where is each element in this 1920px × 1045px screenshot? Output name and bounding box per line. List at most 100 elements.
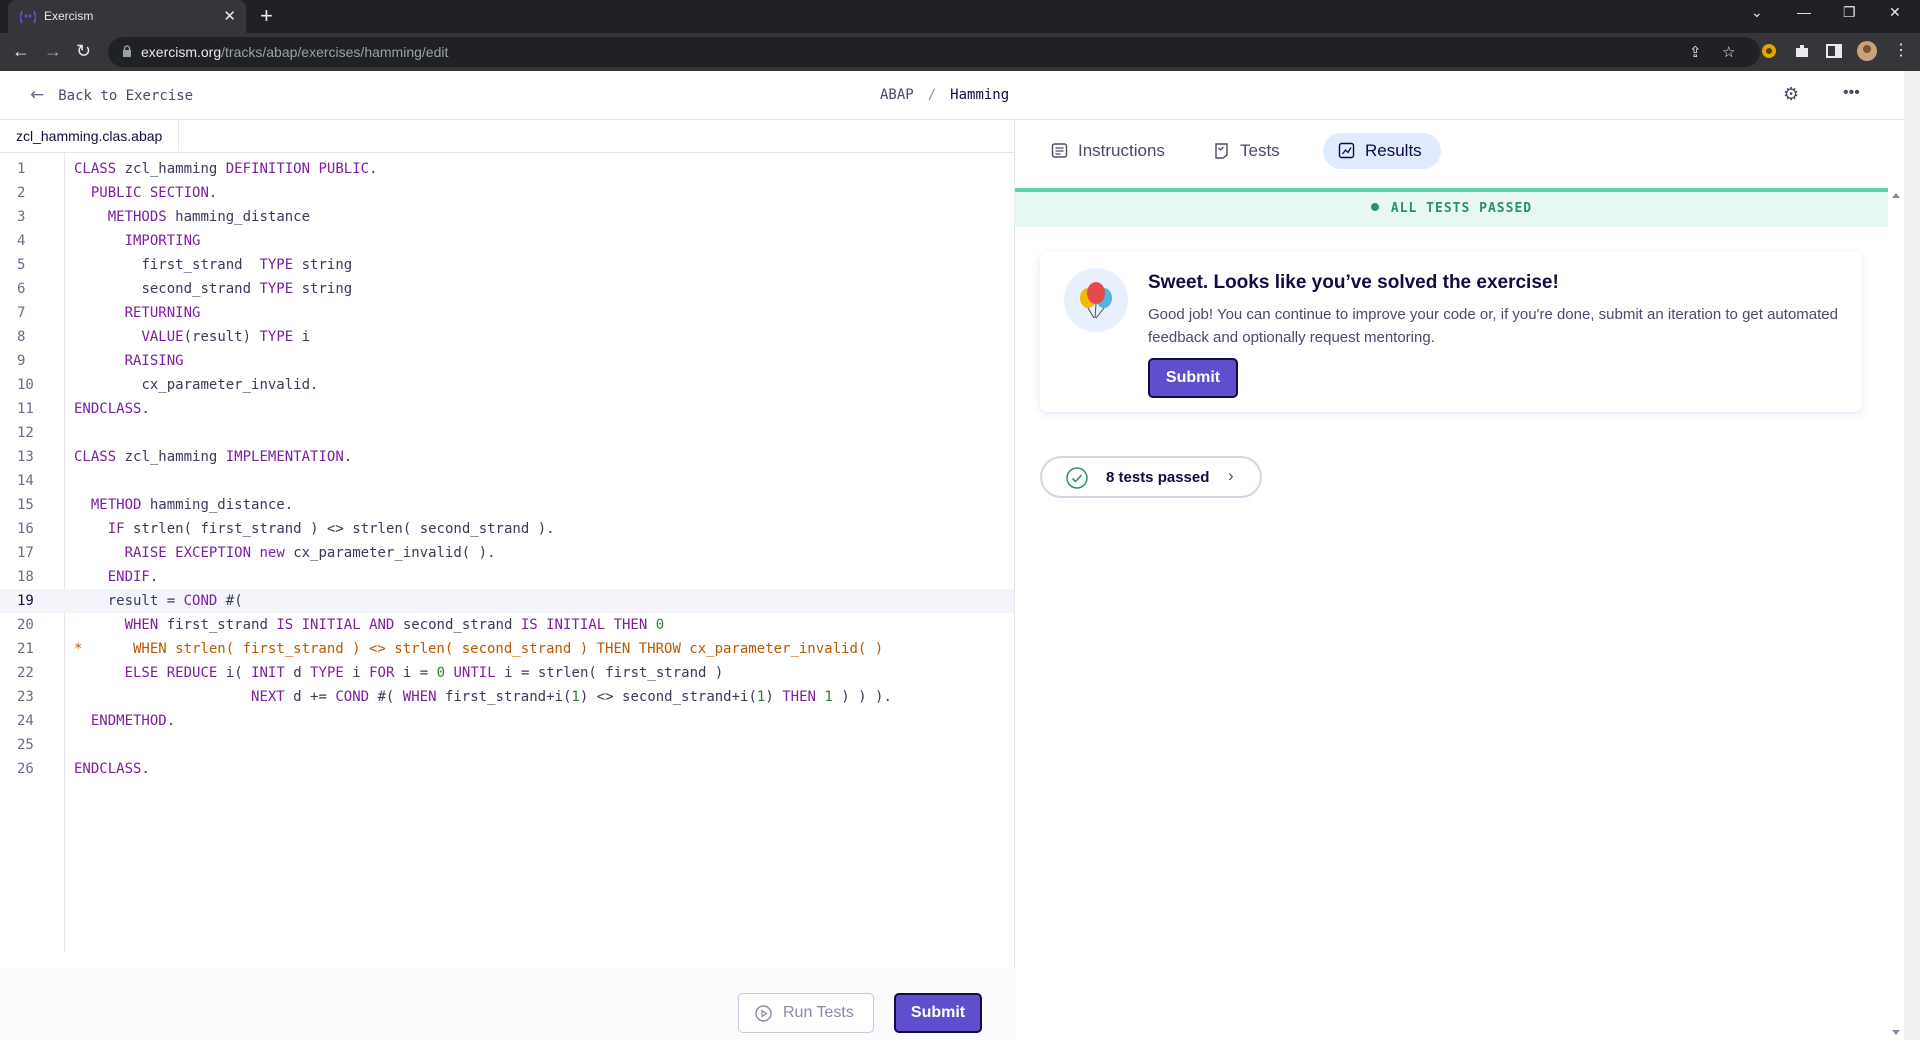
submit-button[interactable]: Submit [894, 993, 982, 1033]
extensions-puzzle-icon[interactable] [1793, 42, 1811, 60]
line-number: 3 [17, 209, 26, 225]
browser-tab[interactable]: Exercism ✕ [8, 0, 246, 33]
file-tab[interactable]: zcl_hamming.clas.abap [0, 120, 180, 152]
code-line[interactable]: 26 ENDCLASS. [0, 757, 1014, 781]
success-message: Good job! You can continue to improve yo… [1148, 306, 1838, 346]
tab-tests[interactable]: Tests [1198, 133, 1294, 169]
browser-menu-icon[interactable]: ⋮ [1893, 41, 1909, 61]
line-number: 4 [17, 233, 26, 249]
code-line[interactable]: 9 RAISING [0, 349, 1014, 373]
tab-instructions[interactable]: Instructions [1036, 133, 1188, 169]
code-line[interactable]: 22 ELSE REDUCE i( INIT d TYPE i FOR i = … [0, 661, 1014, 685]
share-icon[interactable]: ⇪ [1689, 43, 1702, 61]
address-bar[interactable]: exercism.org/tracks/abap/exercises/hammi… [108, 37, 1760, 67]
exercism-editor-page: ← Back to Exercise ABAP / Hamming ⚙ ••• zcl… [0, 71, 1920, 1040]
code-line[interactable]: 7 RETURNING [0, 301, 1014, 325]
forward-icon[interactable]: → [44, 41, 62, 61]
code-text: METHOD hamming_distance. [90, 497, 294, 513]
code-line[interactable]: 5 first_strand TYPE string [0, 253, 1014, 277]
tab-instructions-label: Instructions [1078, 141, 1165, 160]
reload-icon[interactable]: ↻ [76, 41, 91, 61]
code-text: ELSE REDUCE i( INIT d TYPE i FOR i = 0 U… [124, 665, 724, 681]
page-scrollbar[interactable] [1904, 71, 1920, 1040]
line-number: 8 [17, 329, 26, 345]
code-text: ENDCLASS. [74, 761, 150, 777]
code-text: cx_parameter_invalid. [141, 377, 319, 393]
code-line[interactable]: 18 ENDIF. [0, 565, 1014, 589]
tests-passed-label: 8 tests passed [1106, 469, 1210, 486]
profile-avatar[interactable] [1857, 41, 1877, 61]
code-line[interactable]: 25 [0, 733, 1014, 757]
url-text: exercism.org/tracks/abap/exercises/hammi… [141, 44, 448, 60]
new-tab-button[interactable]: + [260, 4, 273, 28]
settings-gear-icon[interactable]: ⚙ [1783, 84, 1799, 105]
code-text: WHEN first_strand IS INITIAL AND second_… [124, 617, 665, 633]
code-line[interactable]: 16 IF strlen( first_strand ) <> strlen( … [0, 517, 1014, 541]
card-submit-button[interactable]: Submit [1148, 358, 1238, 398]
browser-toolbar: ← → ↻ exercism.org/tracks/abap/exercises… [0, 33, 1920, 71]
breadcrumb-exercise: Hamming [950, 87, 1010, 103]
tab-search-icon[interactable]: ⌄ [1751, 4, 1763, 21]
back-label: Back to Exercise [58, 88, 194, 104]
minimize-icon[interactable]: — [1797, 4, 1811, 20]
side-panel-icon[interactable] [1825, 42, 1843, 60]
code-pane: zcl_hamming.clas.abap 1 CLASS zcl_hamming… [0, 120, 1015, 1040]
status-label: ALL TESTS PASSED [1390, 201, 1533, 216]
code-line[interactable]: 24 ENDMETHOD. [0, 709, 1014, 733]
balloons-icon [1064, 268, 1128, 332]
window-close-icon[interactable]: ✕ [1889, 4, 1901, 21]
run-tests-label: Run Tests [783, 1004, 854, 1021]
line-number: 15 [17, 497, 34, 513]
more-options-icon[interactable]: ••• [1843, 84, 1860, 102]
code-line[interactable]: 8 VALUE(result) TYPE i [0, 325, 1014, 349]
code-line[interactable]: 3 METHODS hamming_distance [0, 205, 1014, 229]
browser-tab-title: Exercism [44, 9, 94, 23]
code-line[interactable]: 17 RAISE EXCEPTION new cx_parameter_inva… [0, 541, 1014, 565]
extension-icon[interactable] [1760, 42, 1778, 60]
run-tests-button[interactable]: Run Tests [738, 993, 874, 1033]
arrow-left-icon: ← [30, 85, 45, 105]
code-line[interactable]: 13 CLASS zcl_hamming IMPLEMENTATION. [0, 445, 1014, 469]
tests-icon [1215, 143, 1228, 159]
close-tab-icon[interactable]: ✕ [223, 7, 236, 25]
code-text: PUBLIC SECTION. [90, 185, 218, 201]
back-to-exercise-link[interactable]: ← Back to Exercise [30, 85, 193, 105]
code-line[interactable]: 20 WHEN first_strand IS INITIAL AND seco… [0, 613, 1014, 637]
bookmark-star-icon[interactable]: ☆ [1722, 43, 1735, 61]
code-line[interactable]: 12 [0, 421, 1014, 445]
line-number: 20 [17, 617, 34, 633]
restore-icon[interactable]: ❐ [1843, 4, 1856, 21]
line-number: 10 [17, 377, 34, 393]
line-number: 23 [17, 689, 34, 705]
code-line[interactable]: 6 second_strand TYPE string [0, 277, 1014, 301]
code-line[interactable]: 21 * WHEN strlen( first_strand ) <> strle… [0, 637, 1014, 661]
line-number: 21 [17, 641, 34, 657]
line-number: 12 [17, 425, 34, 441]
tests-passed-toggle[interactable]: 8 tests passed › [1040, 456, 1262, 498]
results-pane: Instructions Tests Results ALL TESTS PAS… [1015, 120, 1904, 1040]
code-line[interactable]: 11 ENDCLASS. [0, 397, 1014, 421]
tab-results[interactable]: Results [1323, 133, 1441, 169]
code-line[interactable]: 2 PUBLIC SECTION. [0, 181, 1014, 205]
code-line[interactable]: 10 cx_parameter_invalid. [0, 373, 1014, 397]
code-text: NEXT d += COND #( WHEN first_strand+i(1)… [251, 689, 892, 705]
line-number: 11 [17, 401, 34, 417]
code-text: ENDMETHOD. [90, 713, 176, 729]
code-line[interactable]: 4 IMPORTING [0, 229, 1014, 253]
code-text: ENDCLASS. [74, 401, 150, 417]
line-number: 17 [17, 545, 34, 561]
code-editor[interactable]: 1 CLASS zcl_hamming DEFINITION PUBLIC. 2 P… [0, 153, 1015, 953]
breadcrumb-track[interactable]: ABAP [880, 87, 914, 103]
code-line[interactable]: 23 NEXT d += COND #( WHEN first_strand+i… [0, 685, 1014, 709]
browser-tabstrip: Exercism ✕ + ⌄ — ❐ ✕ [0, 0, 1920, 33]
tab-results-label: Results [1365, 141, 1422, 160]
code-line[interactable]: 15 METHOD hamming_distance. [0, 493, 1014, 517]
code-text: RETURNING [124, 305, 201, 321]
code-line[interactable]: 14 [0, 469, 1014, 493]
line-number: 7 [17, 305, 26, 321]
code-line[interactable]: 1 CLASS zcl_hamming DEFINITION PUBLIC. [0, 157, 1014, 181]
back-icon[interactable]: ← [12, 41, 30, 61]
results-scrollbar[interactable] [1888, 188, 1904, 1040]
code-line[interactable]: 19 result = COND #( [0, 589, 1014, 613]
code-text: IMPORTING [124, 233, 201, 249]
